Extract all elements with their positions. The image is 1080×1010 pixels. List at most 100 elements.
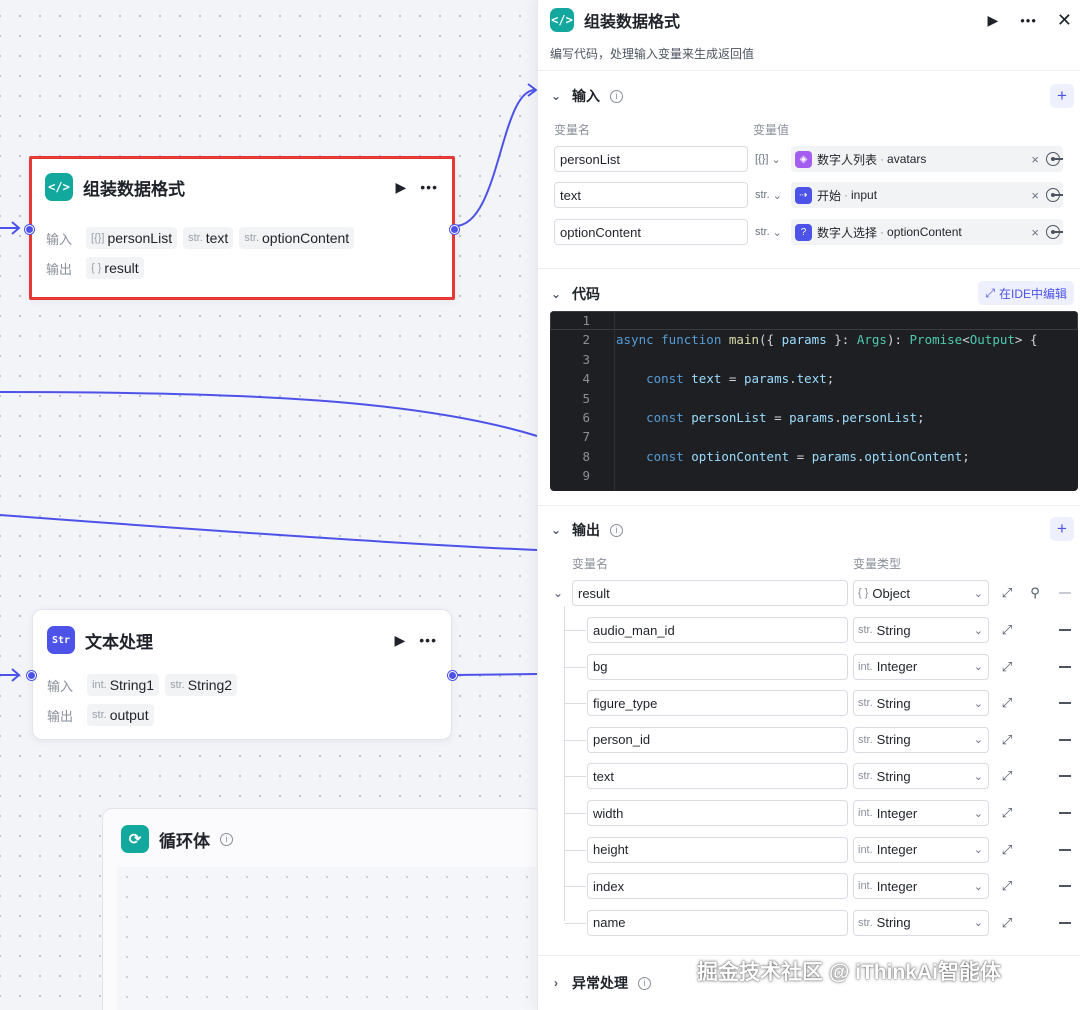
output-port[interactable] <box>448 671 457 680</box>
output-name-field[interactable]: audio_man_id <box>587 617 848 643</box>
remove-output-icon[interactable] <box>1059 848 1071 851</box>
watermark: 掘金技术社区 @ iThinkAi智能体 <box>697 961 1001 984</box>
type-select[interactable]: str. ⌄ <box>755 219 782 245</box>
info-icon[interactable]: i <box>610 89 623 103</box>
remove-output-icon[interactable] <box>1059 592 1071 594</box>
remove-output-icon[interactable] <box>1059 921 1071 924</box>
more-icon[interactable]: ••• <box>1020 13 1037 28</box>
clear-icon[interactable]: × <box>1031 152 1039 167</box>
chevron-down-icon[interactable]: ⌄ <box>550 287 562 301</box>
remove-output-icon[interactable] <box>1059 738 1071 741</box>
info-icon[interactable]: i <box>220 832 233 846</box>
chevron-down-icon[interactable]: ⌄ <box>552 586 564 600</box>
close-icon[interactable]: ✕ <box>1057 10 1072 31</box>
remove-input-icon[interactable] <box>1051 158 1063 160</box>
chevron-down-icon: ⌄ <box>973 770 983 783</box>
tree-connector <box>564 886 586 888</box>
remove-output-icon[interactable] <box>1059 702 1071 705</box>
output-name-field[interactable]: index <box>587 873 848 900</box>
add-child-icon[interactable]: ⚲ <box>1028 585 1042 601</box>
run-icon[interactable]: ▶ <box>396 179 407 196</box>
code-section-header[interactable]: ⌄ 代码 <box>550 284 600 304</box>
section-title: 输入 <box>572 88 600 104</box>
remove-input-icon[interactable] <box>1051 231 1063 233</box>
output-type-select[interactable]: str. String ⌄ <box>853 617 989 643</box>
variable-name-field[interactable]: personList <box>554 146 748 172</box>
output-type-select[interactable]: { } Object ⌄ <box>853 580 989 606</box>
clear-icon[interactable]: × <box>1031 225 1039 240</box>
expand-icon[interactable]: ⤢ <box>1000 585 1014 601</box>
variable-reference[interactable]: ? 数字人选择 · optionContent × <box>791 219 1063 245</box>
output-name-field[interactable]: result <box>572 580 848 606</box>
chevron-down-icon[interactable]: ⌄ <box>550 523 562 537</box>
variable-reference[interactable]: ◈ 数字人列表 · avatars × <box>791 146 1063 172</box>
expand-icon[interactable]: ⤢ <box>1000 695 1014 711</box>
variable-name-field[interactable]: optionContent <box>554 219 748 245</box>
chevron-right-icon[interactable]: › <box>550 976 562 990</box>
question-icon: ? <box>795 223 812 241</box>
expand-icon[interactable]: ⤢ <box>1000 842 1014 858</box>
chevron-down-icon: ⌄ <box>973 734 983 747</box>
output-port[interactable] <box>450 225 459 234</box>
remove-output-icon[interactable] <box>1059 665 1071 668</box>
variable-name-field[interactable]: text <box>554 182 748 208</box>
expand-icon[interactable]: ⤢ <box>1000 732 1014 748</box>
expand-icon[interactable]: ⤢ <box>1000 659 1014 675</box>
expand-icon[interactable]: ⤢ <box>1000 805 1014 821</box>
run-icon[interactable]: ▶ <box>987 12 998 29</box>
expand-icon[interactable]: ⤢ <box>1000 768 1014 784</box>
output-type-select[interactable]: int. Integer ⌄ <box>853 836 989 863</box>
chevron-down-icon[interactable]: ⌄ <box>550 89 562 103</box>
output-pill: str. output <box>87 704 154 726</box>
input-port[interactable] <box>27 671 36 680</box>
edit-in-ide-button[interactable]: ⤢ 在IDE中编辑 <box>978 281 1074 305</box>
output-name-field[interactable]: width <box>587 800 848 826</box>
output-type-select[interactable]: str. String ⌄ <box>853 909 989 936</box>
expand-icon[interactable]: ⤢ <box>1000 915 1014 931</box>
output-section-header[interactable]: ⌄ 输出 i <box>550 520 623 540</box>
variable-reference[interactable]: ⇢ 开始 · input × <box>791 182 1063 208</box>
output-name-field[interactable]: text <box>587 763 848 790</box>
remove-input-icon[interactable] <box>1051 194 1063 196</box>
code-editor[interactable]: 1 2 async function main({ params }: Args)… <box>550 311 1078 491</box>
remove-output-icon[interactable] <box>1059 775 1071 778</box>
output-type-select[interactable]: str. String ⌄ <box>853 690 989 717</box>
output-name-field[interactable]: name <box>587 909 848 936</box>
add-input-button[interactable]: + <box>1050 84 1074 108</box>
code-text: const personList = params.personList; <box>646 410 925 425</box>
run-icon[interactable]: ▶ <box>395 632 406 649</box>
expand-icon[interactable]: ⤢ <box>1000 622 1014 638</box>
add-output-button[interactable]: + <box>1050 517 1074 541</box>
line-number: 4 <box>582 371 590 387</box>
code-text: async function main({ params }: Args): P… <box>616 332 1038 348</box>
output-type-select[interactable]: int. Integer ⌄ <box>853 873 989 900</box>
more-icon[interactable]: ••• <box>419 632 437 648</box>
line-number: 2 <box>582 332 590 348</box>
output-name-field[interactable]: figure_type <box>587 690 848 717</box>
remove-output-icon[interactable] <box>1059 812 1071 814</box>
type-select[interactable]: str. ⌄ <box>755 182 782 208</box>
clear-icon[interactable]: × <box>1031 188 1039 203</box>
output-type-select[interactable]: int. Integer ⌄ <box>853 653 989 680</box>
assemble-data-node[interactable]: </> 组装数据格式 ▶ ••• 输入 [{}] personList str. t… <box>25 156 459 300</box>
type-select[interactable]: [{}] ⌄ <box>755 146 781 172</box>
output-name-field[interactable]: person_id <box>587 726 848 753</box>
node-outputs: 输出 str. output <box>47 704 154 726</box>
input-port[interactable] <box>25 225 34 234</box>
output-name-field[interactable]: height <box>587 836 848 863</box>
info-icon[interactable]: i <box>638 976 651 990</box>
outputs-label: 输出 <box>46 261 73 277</box>
input-section-header[interactable]: ⌄ 输入 i <box>550 86 623 106</box>
more-icon[interactable]: ••• <box>420 179 438 195</box>
text-process-node[interactable]: Str 文本处理 ▶ ••• 输入 int. String1 str. String… <box>27 609 457 740</box>
expand-icon[interactable]: ⤢ <box>1000 878 1014 894</box>
output-type-select[interactable]: int. Integer ⌄ <box>853 800 989 826</box>
remove-output-icon[interactable] <box>1059 885 1071 888</box>
error-section-header[interactable]: › 异常处理 i <box>550 973 651 993</box>
output-name-field[interactable]: bg <box>587 653 848 680</box>
output-type-select[interactable]: str. String ⌄ <box>853 763 989 790</box>
remove-output-icon[interactable] <box>1059 629 1071 631</box>
loop-node[interactable]: ⟳ 循环体 i <box>102 808 542 1010</box>
output-type-select[interactable]: str. String ⌄ <box>853 726 989 753</box>
info-icon[interactable]: i <box>610 523 623 537</box>
